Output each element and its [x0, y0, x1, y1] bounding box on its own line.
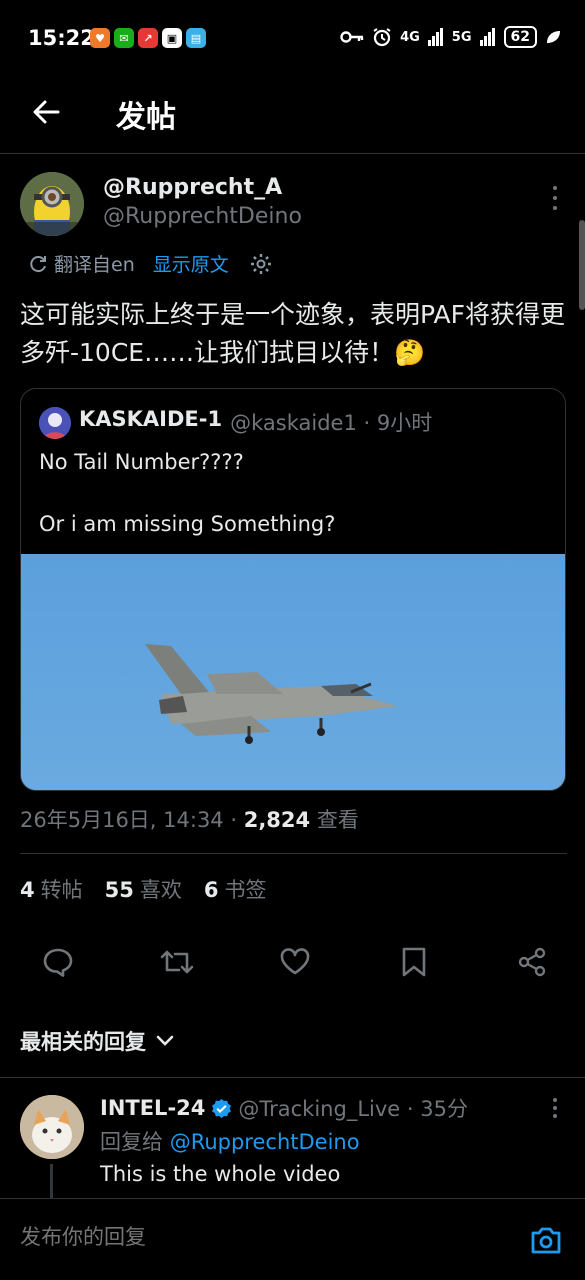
bookmark-button[interactable] — [396, 944, 432, 980]
quoted-post-card[interactable]: KASKAIDE-1 @kaskaide1 · 9小时 No Tail Numb… — [20, 388, 566, 791]
more-options-button[interactable] — [549, 186, 561, 210]
engagement-stats: 4 转帖 55 喜欢 6 书签 — [20, 874, 266, 904]
reply-author-avatar[interactable] — [20, 1095, 84, 1159]
share-icon — [518, 947, 546, 977]
translated-from: 翻译自en — [28, 250, 135, 277]
likes-stat[interactable]: 55 喜欢 — [105, 874, 182, 904]
quoted-post-image[interactable] — [21, 554, 565, 790]
battery-indicator: 62 — [503, 26, 537, 48]
signal-icon-2 — [479, 28, 495, 46]
top-app-bar: 发帖 — [0, 80, 585, 154]
page-title: 发帖 — [116, 100, 176, 135]
views-count: 2,824 — [243, 808, 311, 832]
book-icon: ▤ — [186, 28, 206, 48]
verified-badge-icon — [212, 1098, 232, 1118]
arrow-left-icon — [33, 100, 60, 124]
post-action-bar — [40, 944, 550, 980]
heart-icon — [280, 948, 310, 975]
bookmarks-stat[interactable]: 6 书签 — [204, 874, 267, 904]
camera-icon — [531, 1227, 561, 1254]
app-orange-icon: ♥ — [90, 28, 110, 48]
quoted-author-name: KASKAIDE-1 — [79, 407, 223, 431]
network-5g-label: 5G — [451, 29, 472, 45]
repost-button[interactable] — [159, 944, 195, 980]
reply-author-meta: @Tracking_Live · 35分 — [238, 1097, 468, 1121]
translation-row: 翻译自en 显示原文 — [28, 250, 273, 277]
alarm-icon — [373, 28, 391, 47]
leaf-charging-icon — [547, 31, 560, 43]
camera-button[interactable] — [529, 1223, 563, 1257]
gear-icon[interactable] — [249, 252, 273, 276]
status-bar: 15:22 ♥ ✉ ↗ ▣ ▤ 4G 5G 62 — [0, 0, 585, 80]
post-timestamp: 26年5月16日, 14:34 · — [20, 808, 244, 832]
quoted-author-meta: @kaskaide1 · 9小时 — [230, 411, 433, 435]
reply-button[interactable] — [40, 944, 76, 980]
replying-to-prefix: 回复给 — [100, 1130, 170, 1154]
replies-sort-label: 最相关的回复 — [20, 1030, 146, 1054]
show-original-link[interactable]: 显示原文 — [153, 250, 229, 277]
translate-refresh-icon — [30, 255, 46, 272]
author-name[interactable]: @Rupprecht_A — [103, 175, 282, 200]
app-white-icon: ▣ — [162, 28, 182, 48]
comment-icon — [43, 948, 73, 977]
quoted-post-header: KASKAIDE-1 @kaskaide1 · 9小时 — [79, 407, 432, 437]
author-avatar[interactable] — [20, 172, 84, 236]
stocks-icon: ↗ — [138, 28, 158, 48]
reply-more-options-button[interactable] — [549, 1098, 561, 1118]
quoted-author-avatar — [39, 407, 71, 439]
reply-text: This is the whole video — [100, 1162, 341, 1186]
wechat-icon: ✉ — [114, 28, 134, 48]
bookmark-icon — [402, 947, 425, 977]
chevron-down-icon — [156, 1035, 174, 1046]
cat-avatar-image — [20, 1095, 84, 1159]
share-button[interactable] — [514, 944, 550, 980]
status-time: 15:22 — [28, 26, 95, 50]
minion-avatar-image — [20, 172, 84, 236]
reply-input[interactable] — [20, 1225, 500, 1249]
quoted-post-text: No Tail Number???? Or i am missing Somet… — [39, 450, 336, 536]
reply-author-name[interactable]: INTEL-24 — [100, 1096, 205, 1120]
like-button[interactable] — [277, 944, 313, 980]
divider — [20, 853, 567, 854]
reply-header: INTEL-24 @Tracking_Live · 35分 — [100, 1093, 468, 1123]
views-label: 查看 — [310, 808, 359, 832]
fighter-jet-image — [21, 554, 565, 790]
scrollbar[interactable] — [579, 220, 585, 310]
signal-icon — [427, 28, 443, 46]
compose-reply-bar — [0, 1198, 585, 1280]
key-icon — [340, 31, 364, 43]
replies-sort-dropdown[interactable]: 最相关的回复 — [20, 1026, 174, 1056]
notification-app-icons: ♥ ✉ ↗ ▣ ▤ — [90, 28, 206, 48]
network-4g-label: 4G — [400, 29, 420, 45]
translated-from-label: 翻译自en — [54, 254, 135, 276]
repost-icon — [160, 950, 193, 974]
back-button[interactable] — [28, 94, 64, 130]
post-text: 这可能实际上终于是一个迹象，表明PAF将获得更多歼-10CE……让我们拭目以待！… — [20, 300, 565, 367]
divider — [0, 1077, 585, 1078]
replying-to: 回复给 @RupprechtDeino — [100, 1126, 360, 1156]
replying-to-handle[interactable]: @RupprechtDeino — [170, 1130, 360, 1154]
author-handle[interactable]: @RupprechtDeino — [103, 204, 302, 229]
reposts-stat[interactable]: 4 转帖 — [20, 874, 83, 904]
status-indicators: 4G 5G 62 — [340, 26, 561, 48]
post-timestamp-views: 26年5月16日, 14:34 · 2,824 查看 — [20, 804, 359, 834]
